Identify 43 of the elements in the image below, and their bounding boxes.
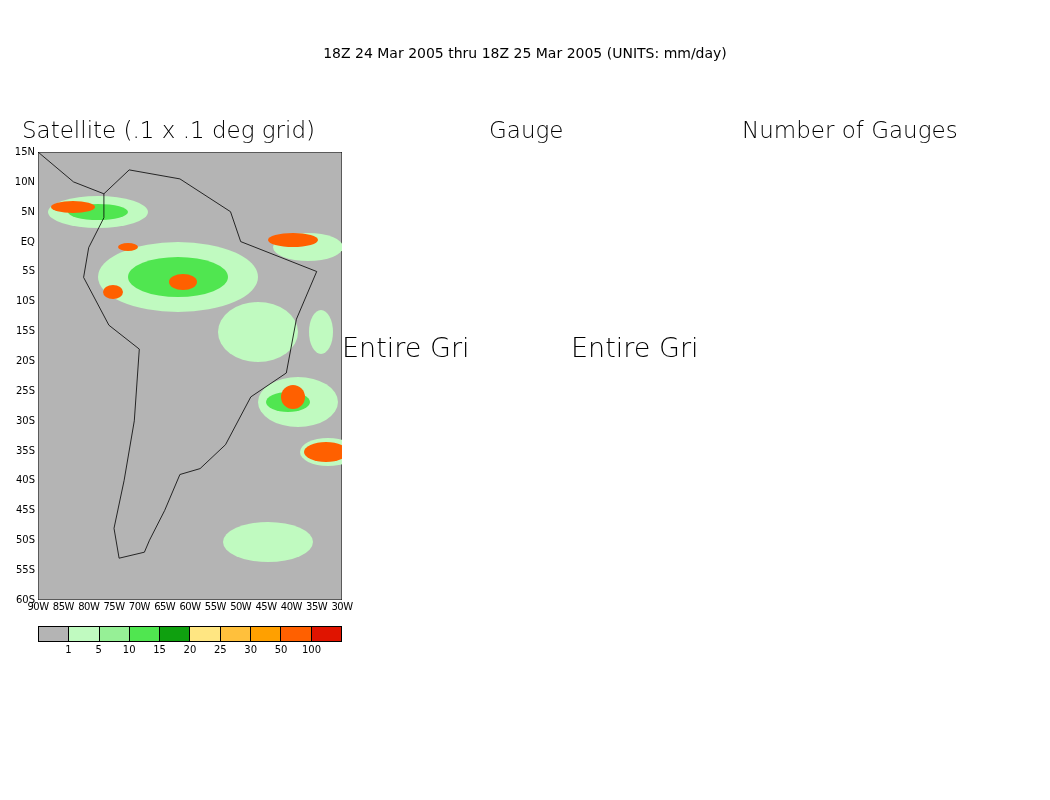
panel-title: Number of Gauges bbox=[742, 116, 959, 144]
longitude-label: 85W bbox=[51, 601, 75, 612]
longitude-label: 50W bbox=[229, 601, 253, 612]
latitude-label: 5N bbox=[20, 204, 35, 219]
scale-label: 5 bbox=[94, 644, 103, 655]
longitude-label: 70W bbox=[127, 601, 151, 612]
scale-label: 30 bbox=[243, 644, 259, 655]
longitude-label: 45W bbox=[254, 601, 278, 612]
latitude-label: 40S bbox=[14, 473, 35, 488]
latitude-label: 5S bbox=[21, 264, 35, 279]
latitude-label: 55S bbox=[14, 563, 35, 578]
scale-label: 10 bbox=[121, 644, 137, 655]
latitude-label: 10S bbox=[14, 294, 35, 309]
longitude-label: 90W bbox=[27, 601, 50, 612]
longitude-label: 40W bbox=[279, 601, 303, 612]
latitude-label: 50S bbox=[14, 533, 35, 548]
latitude-label: 10N bbox=[13, 174, 35, 189]
scale-label: 20 bbox=[182, 644, 198, 655]
longitude-label: 75W bbox=[102, 601, 126, 612]
panel-message: Entire Gri bbox=[342, 332, 471, 363]
longitude-label: 35W bbox=[305, 601, 329, 612]
longitude-label: 30W bbox=[330, 601, 354, 612]
panel-message: Entire Gri bbox=[571, 332, 700, 363]
latitude-label: 45S bbox=[14, 503, 35, 518]
scale-label: 100 bbox=[300, 644, 323, 655]
latitude-label: EQ bbox=[19, 234, 35, 249]
longitude-label: 60W bbox=[178, 601, 202, 612]
longitude-label: 55W bbox=[203, 601, 227, 612]
panel-title: Gauge bbox=[489, 116, 565, 144]
latitude-label: 15N bbox=[13, 145, 35, 159]
latitude-label: 30S bbox=[14, 413, 35, 428]
plot-title: 18Z 24 Mar 2005 thru 18Z 25 Mar 2005 (UNITS: mm/day) bbox=[323, 45, 727, 61]
longitude-label: 80W bbox=[77, 601, 101, 612]
scale-label: 50 bbox=[273, 644, 289, 655]
longitude-label: 65W bbox=[153, 601, 177, 612]
scale-label: 25 bbox=[212, 644, 228, 655]
panel-title: Satellite (.1 x .1 deg grid) bbox=[22, 116, 316, 144]
scale-label: 15 bbox=[152, 644, 167, 655]
scale-label: 1 bbox=[64, 644, 73, 655]
latitude-label: 20S bbox=[14, 354, 35, 368]
latitude-label: 35S bbox=[14, 443, 35, 458]
latitude-label: 15S bbox=[14, 324, 35, 339]
latitude-label: 25S bbox=[14, 383, 35, 398]
